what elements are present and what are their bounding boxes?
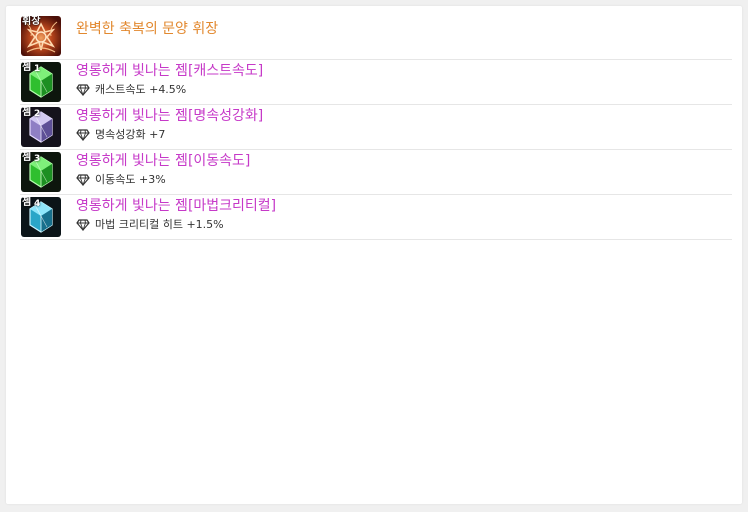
emblem-icon[interactable]: 휘장	[21, 16, 61, 56]
gem-icon-tag: 젬	[22, 152, 32, 163]
gem-name[interactable]: 영롱하게 빛나는 젬[마법크리티컬]	[76, 197, 276, 215]
gem-stat-text: 캐스트속도 +4.5%	[95, 83, 187, 96]
gem-slot-number: 3	[34, 154, 41, 164]
gem-green-icon[interactable]: 젬 1	[21, 62, 61, 102]
emblem-list: 휘장 완벽한 축복의 문양 휘장 젬 1 영롱하게 빛나는 젬[캐스트속도] 캐…	[20, 14, 732, 240]
gem-slot-number: 4	[34, 199, 41, 209]
gem-name[interactable]: 영롱하게 빛나는 젬[캐스트속도]	[76, 62, 263, 80]
gem-row[interactable]: 젬 1 영롱하게 빛나는 젬[캐스트속도] 캐스트속도 +4.5%	[20, 60, 732, 105]
diamond-icon	[76, 219, 90, 231]
emblem-row[interactable]: 휘장 완벽한 축복의 문양 휘장	[20, 14, 732, 60]
gem-info: 영롱하게 빛나는 젬[명속성강화] 명속성강화 +7	[76, 105, 263, 142]
gem-row[interactable]: 젬 4 영롱하게 빛나는 젬[마법크리티컬] 마법 크리티컬 히트 +1.5%	[20, 195, 732, 240]
emblem-icon-tag: 휘장	[22, 16, 41, 27]
diamond-icon	[76, 129, 90, 141]
gem-slot-number: 1	[34, 64, 41, 74]
gem-icon-tag: 젬	[22, 197, 32, 208]
equipment-panel: 휘장 완벽한 축복의 문양 휘장 젬 1 영롱하게 빛나는 젬[캐스트속도] 캐…	[6, 6, 742, 504]
emblem-info: 완벽한 축복의 문양 휘장	[76, 14, 218, 38]
diamond-icon	[76, 84, 90, 96]
gem-info: 영롱하게 빛나는 젬[이동속도] 이동속도 +3%	[76, 150, 250, 187]
diamond-icon	[76, 174, 90, 186]
gem-cyan-icon[interactable]: 젬 4	[21, 197, 61, 237]
gem-stat: 마법 크리티컬 히트 +1.5%	[76, 218, 276, 232]
gem-info: 영롱하게 빛나는 젬[캐스트속도] 캐스트속도 +4.5%	[76, 60, 263, 97]
emblem-name[interactable]: 완벽한 축복의 문양 휘장	[76, 20, 218, 38]
gem-stat-text: 이동속도 +3%	[95, 173, 166, 186]
gem-stat-text: 마법 크리티컬 히트 +1.5%	[95, 218, 224, 231]
gem-slot-number: 2	[34, 109, 41, 119]
gem-name[interactable]: 영롱하게 빛나는 젬[이동속도]	[76, 152, 250, 170]
gem-purple-icon[interactable]: 젬 2	[21, 107, 61, 147]
gem-name[interactable]: 영롱하게 빛나는 젬[명속성강화]	[76, 107, 263, 125]
gem-row[interactable]: 젬 3 영롱하게 빛나는 젬[이동속도] 이동속도 +3%	[20, 150, 732, 195]
gem-stat: 이동속도 +3%	[76, 173, 250, 187]
gem-stat-text: 명속성강화 +7	[95, 128, 166, 141]
gem-stat: 명속성강화 +7	[76, 128, 263, 142]
gem-green-icon[interactable]: 젬 3	[21, 152, 61, 192]
gem-row[interactable]: 젬 2 영롱하게 빛나는 젬[명속성강화] 명속성강화 +7	[20, 105, 732, 150]
gem-stat: 캐스트속도 +4.5%	[76, 83, 263, 97]
gem-icon-tag: 젬	[22, 107, 32, 118]
gem-icon-tag: 젬	[22, 62, 32, 73]
gem-info: 영롱하게 빛나는 젬[마법크리티컬] 마법 크리티컬 히트 +1.5%	[76, 195, 276, 232]
